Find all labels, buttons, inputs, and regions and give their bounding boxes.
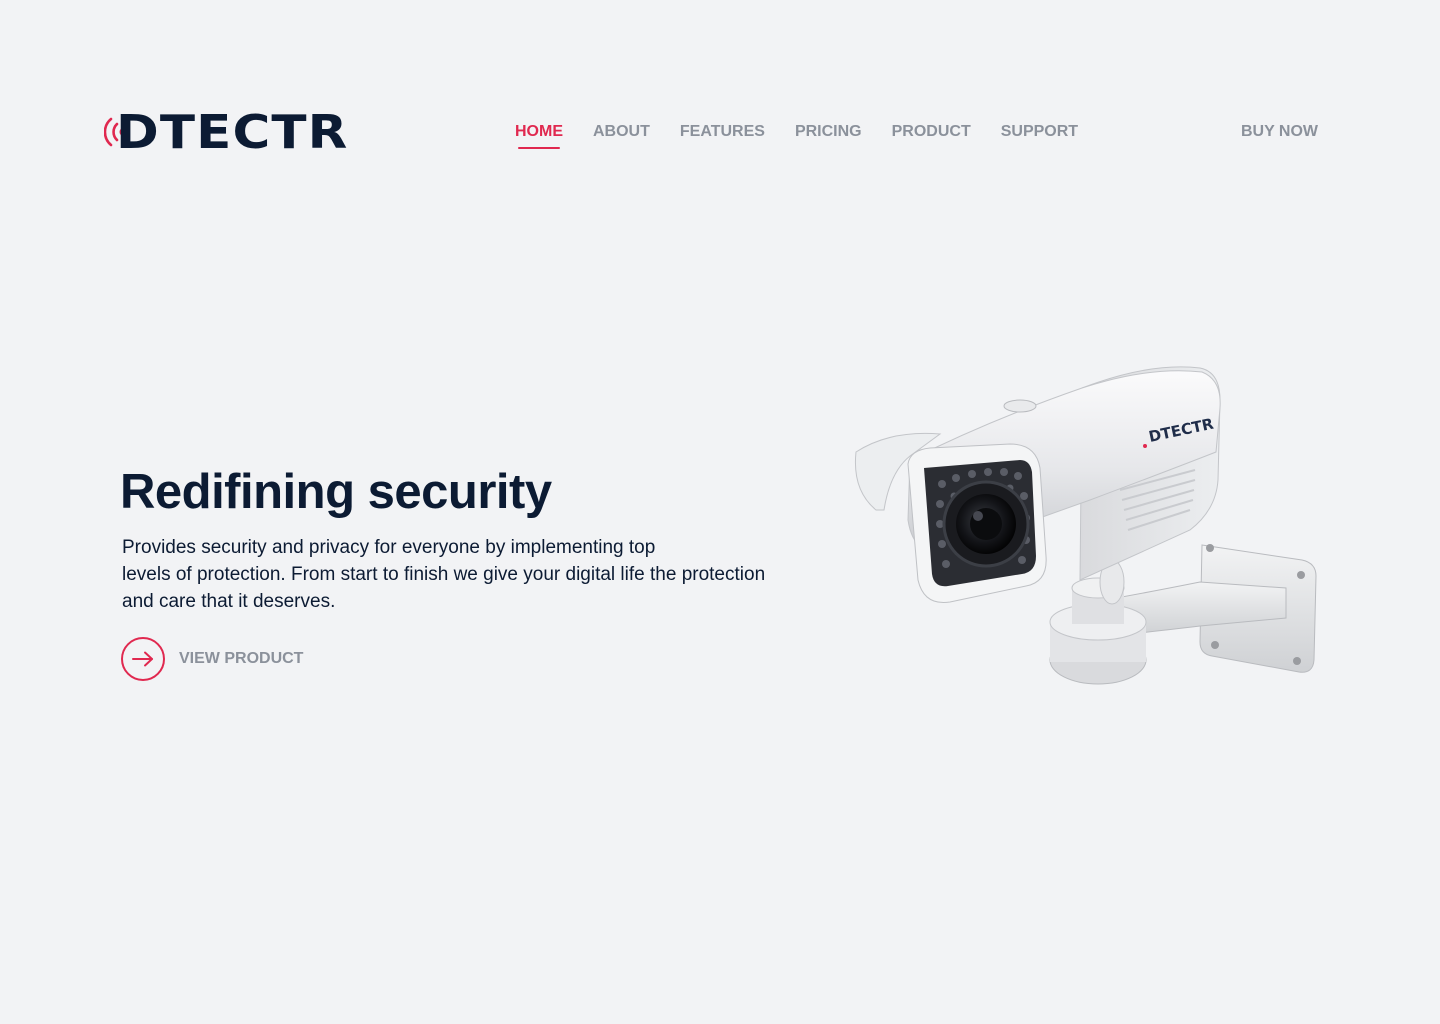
nav-item-label: SUPPORT [1000,123,1079,140]
nav-item-features[interactable]: FEATURES [680,123,765,141]
nav-item-label: PRODUCT [891,123,971,140]
buy-now-link[interactable]: BUY NOW [1241,123,1318,141]
nav-item-label: PRICING [794,123,862,140]
security-camera-image: DTECTR [854,366,1317,685]
nav-item-label: HOME [515,123,563,140]
main-nav: HOME ABOUT FEATURES PRICING PRODUCT SUPP… [515,123,1108,149]
hero-description-line: and care that it deserves. [122,591,336,612]
hero-description-line: Provides security and privacy for everyo… [122,537,656,558]
logo-wordmark: DTECTR [116,105,349,159]
cta-circle [121,637,165,681]
active-underline [518,147,560,149]
hero-description-line: levels of protection. From start to fini… [122,564,766,585]
nav-item-label: FEATURES [679,123,765,140]
nav-item-product[interactable]: PRODUCT [892,123,971,141]
view-product-button[interactable]: VIEW PRODUCT [121,637,303,681]
nav-item-support[interactable]: SUPPORT [1001,123,1078,141]
view-product-label: VIEW PRODUCT [179,650,304,667]
hero-title: Redifining security [120,465,552,519]
hero-description: Provides security and privacy for everyo… [122,534,822,615]
logo[interactable]: DTECTR [104,106,404,158]
nav-item-label: ABOUT [593,123,650,140]
nav-item-about[interactable]: ABOUT [593,123,650,141]
arrow-right-icon [132,651,153,667]
nav-item-home[interactable]: HOME [515,123,563,149]
nav-item-pricing[interactable]: PRICING [795,123,862,141]
